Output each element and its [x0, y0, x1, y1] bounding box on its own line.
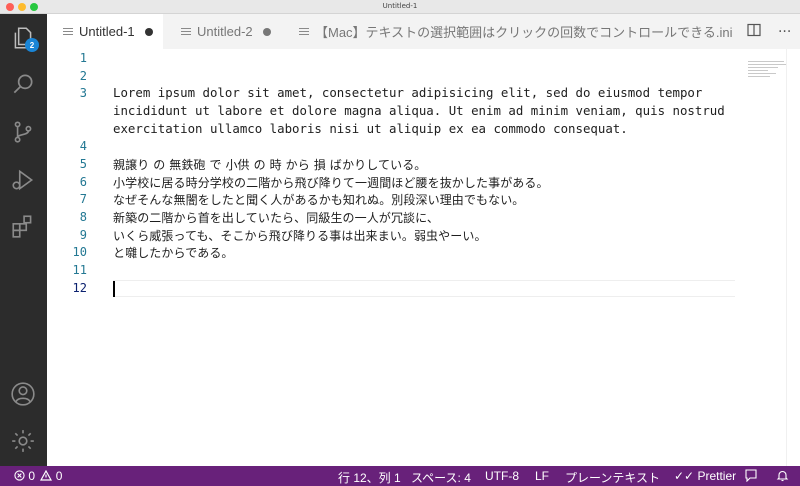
- activity-bar: 2: [0, 14, 47, 466]
- tab-actions: ···: [738, 14, 800, 49]
- line-number: 2: [79, 69, 87, 83]
- file-icon: [299, 26, 309, 38]
- text-cursor: [113, 281, 115, 297]
- line-number: 1: [79, 51, 87, 65]
- unsaved-dot-icon[interactable]: [144, 27, 153, 36]
- split-editor-icon[interactable]: [747, 23, 761, 41]
- prettier-status[interactable]: ✓✓ Prettier: [674, 469, 736, 483]
- tab-label: Untitled-1: [79, 24, 135, 39]
- explorer-badge: 2: [25, 38, 39, 52]
- more-actions-icon[interactable]: ···: [778, 24, 791, 40]
- line-number: 11: [72, 263, 87, 277]
- minimap[interactable]: [748, 61, 788, 87]
- code-line: incididunt ut labore et dolore magna ali…: [113, 103, 725, 118]
- eol-status[interactable]: LF: [535, 469, 549, 483]
- tab-label: 【Mac】テキストの選択範囲はクリックの回数でコントロールできる.ini: [315, 25, 733, 40]
- double-check-icon: ✓✓: [674, 469, 695, 483]
- current-line-highlight: [113, 280, 735, 297]
- file-icon: [63, 26, 73, 38]
- line-number: 9: [79, 228, 87, 242]
- line-number: 7: [79, 192, 87, 206]
- feedback-icon[interactable]: [744, 469, 758, 485]
- language-mode[interactable]: プレーンテキスト: [565, 469, 660, 486]
- manage-gear-icon[interactable]: [9, 427, 37, 455]
- tab-label: Untitled-2: [197, 24, 253, 39]
- code-line: と囃したからである。: [113, 246, 234, 260]
- vertical-scrollbar[interactable]: [786, 49, 800, 466]
- account-icon[interactable]: [9, 380, 37, 408]
- code-line: 親譲り の 無鉄砲 で 小供 の 時 から 損 ばかりしている。: [113, 158, 427, 172]
- editor-tab-bar: Untitled-1 Untitled-2 【Mac】テキストの選択範囲はクリッ…: [47, 14, 800, 49]
- status-bar: 0 0 行 12、列 1 スペース: 4 UTF-8 LF プレーンテキスト ✓…: [0, 466, 800, 486]
- line-number-current: 12: [72, 281, 87, 295]
- file-icon: [181, 26, 191, 38]
- source-control-icon[interactable]: [9, 118, 37, 146]
- code-line: なぜそんな無闇をしたと聞く人があるかも知れぬ。別段深い理由でもない。: [113, 193, 525, 207]
- indentation-status[interactable]: スペース: 4: [411, 469, 471, 486]
- window-title: Untitled-1: [382, 2, 418, 10]
- code-line: いくら威張っても、そこから飛び降りる事は出来まい。弱虫やーい。: [113, 229, 487, 243]
- extensions-icon[interactable]: [9, 212, 37, 240]
- line-number: 6: [79, 175, 87, 189]
- unsaved-dot-icon[interactable]: [262, 27, 271, 36]
- line-number: 5: [79, 157, 87, 171]
- prettier-label: Prettier: [697, 469, 737, 483]
- tab-untitled-1[interactable]: Untitled-1: [47, 14, 163, 49]
- problems-status[interactable]: 0 0: [14, 469, 62, 483]
- encoding-status[interactable]: UTF-8: [485, 469, 519, 483]
- line-number: 3: [79, 86, 87, 100]
- code-line: 新築の二階から首を出していたら、同級生の一人が冗談に、: [113, 211, 439, 225]
- notifications-bell-icon[interactable]: [776, 469, 789, 485]
- tab-untitled-2[interactable]: Untitled-2: [163, 14, 283, 49]
- warning-icon: [40, 469, 53, 481]
- window-titlebar: Untitled-1: [0, 0, 800, 14]
- run-debug-icon[interactable]: [9, 166, 37, 194]
- error-count: 0: [28, 469, 36, 483]
- error-icon: [14, 470, 25, 481]
- line-number: 10: [72, 245, 87, 259]
- search-icon[interactable]: [9, 70, 37, 98]
- code-line: 小学校に居る時分学校の二階から飛び降りて一週間ほど腰を抜かした事がある。: [113, 176, 549, 190]
- code-line: Lorem ipsum dolor sit amet, consectetur …: [113, 85, 703, 100]
- code-line: exercitation ullamco laboris nisi ut ali…: [113, 121, 628, 136]
- cursor-position[interactable]: 行 12、列 1: [338, 469, 401, 486]
- tab-mac-ini-file[interactable]: 【Mac】テキストの選択範囲はクリックの回数でコントロールできる.ini: [283, 14, 738, 49]
- line-number: 4: [79, 139, 87, 153]
- warning-count: 0: [55, 469, 63, 483]
- editor-area[interactable]: 1 2 3 4 5 6 7 8 9 10 11 12 Lorem ipsum d…: [47, 49, 800, 466]
- line-number: 8: [79, 210, 87, 224]
